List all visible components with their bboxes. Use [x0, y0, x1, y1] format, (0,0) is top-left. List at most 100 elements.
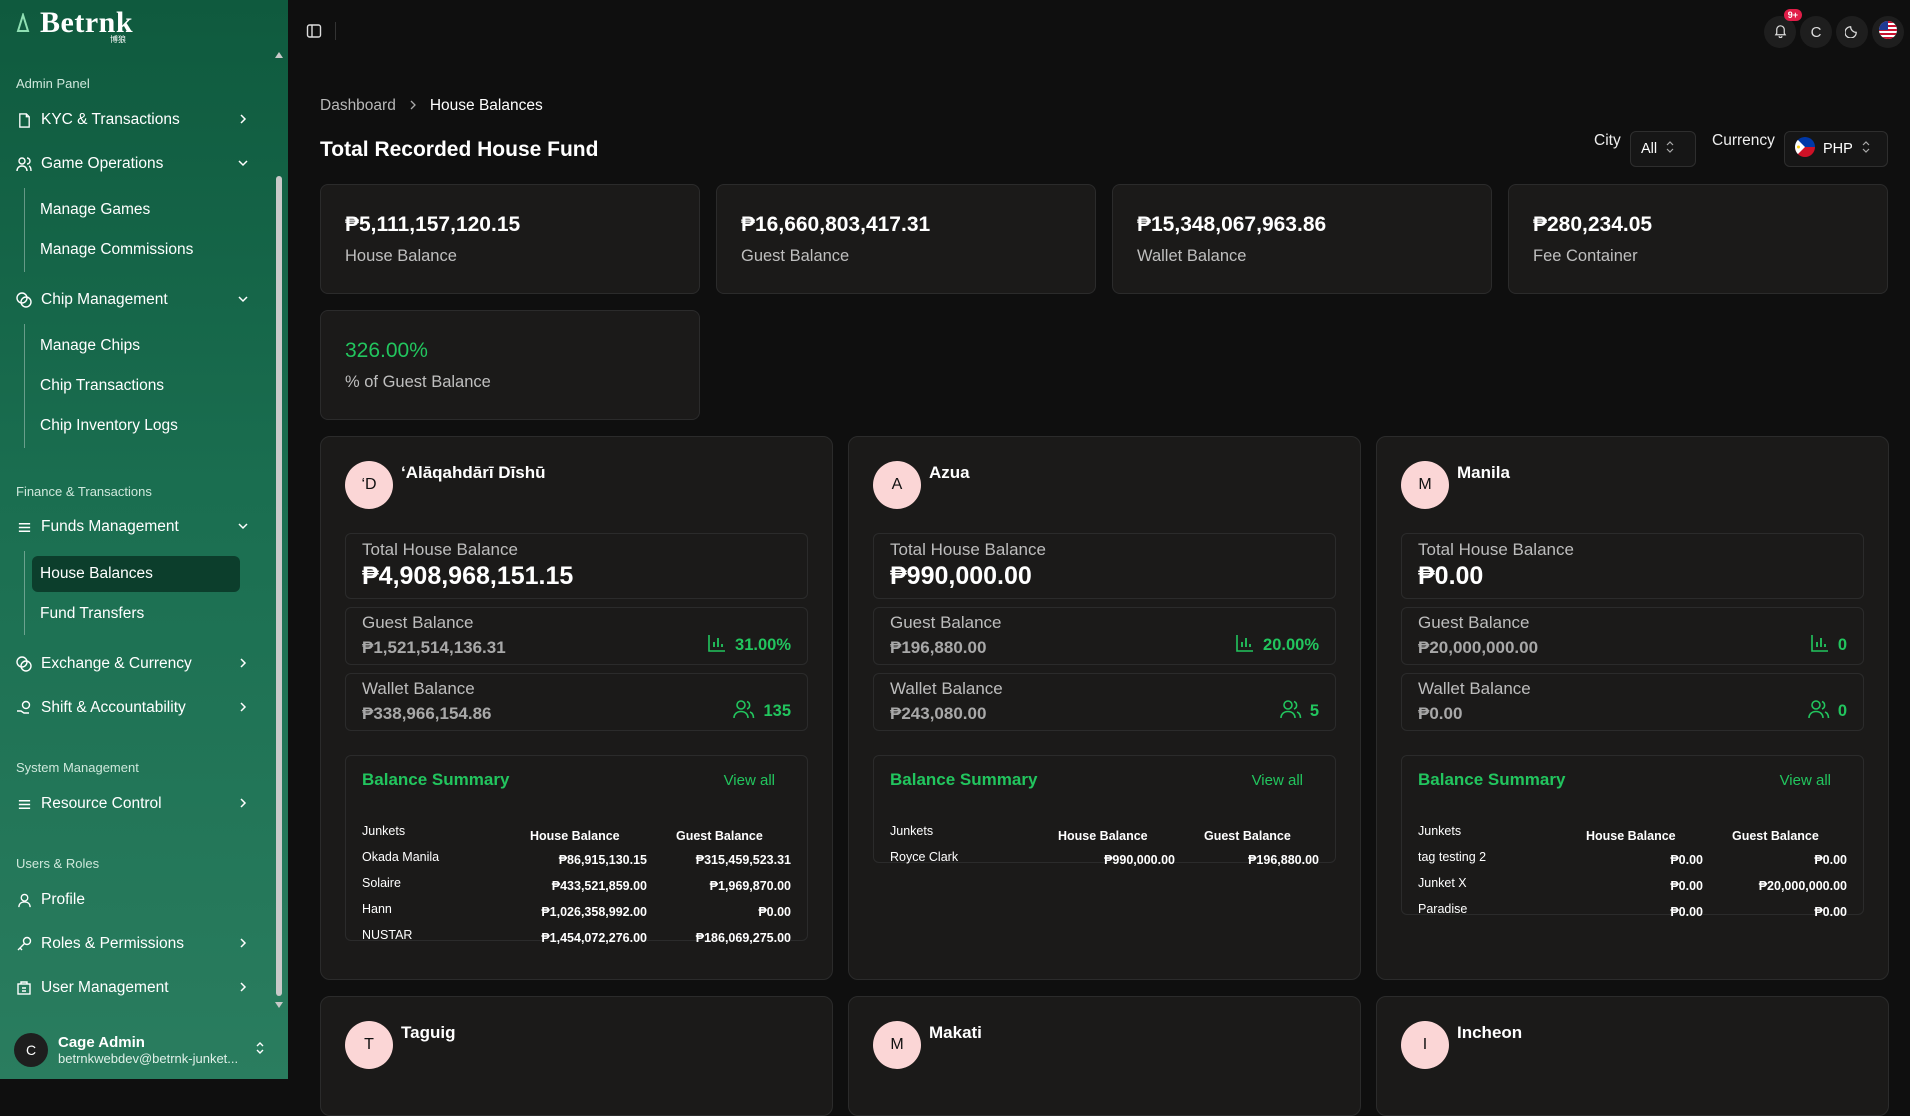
nav-game-operations[interactable]: Game Operations	[16, 150, 256, 178]
city-card: T Taguig	[320, 996, 833, 1116]
moon-icon	[1843, 23, 1860, 42]
stat-value: ₱5,111,157,120.15	[345, 213, 521, 236]
user-count-value: 5	[1309, 702, 1319, 720]
city-avatar: M	[1401, 461, 1449, 509]
junket-house-balance: ₱990,000.00	[1104, 853, 1175, 867]
section-system: System Management	[16, 760, 139, 775]
city-select[interactable]: All	[1630, 131, 1696, 167]
col-house-balance: House Balance	[530, 829, 620, 843]
guest-balance-box: Guest Balance ₱196,880.00 20.00%	[873, 607, 1336, 665]
submenu-line	[24, 551, 25, 635]
nav-label: Profile	[41, 891, 85, 908]
junket-guest-balance: ₱196,880.00	[1248, 853, 1319, 867]
col-junkets: Junkets	[362, 824, 406, 838]
stat-house-balance: ₱5,111,157,120.15 House Balance	[320, 184, 700, 294]
junket-guest-balance: ₱1,969,870.00	[709, 879, 791, 893]
key-icon	[16, 936, 32, 952]
col-house-balance: House Balance	[1058, 829, 1148, 843]
currency-select[interactable]: PHP	[1784, 131, 1888, 167]
col-guest-balance: Guest Balance	[1204, 829, 1291, 843]
guest-percentage-value: 0	[1837, 636, 1847, 654]
guest-label: Guest Balance	[1418, 613, 1530, 632]
chevron-right-icon	[236, 936, 250, 950]
nav-exchange-currency[interactable]: Exchange & Currency	[16, 650, 256, 678]
language-button[interactable]	[1872, 16, 1904, 48]
total-house-label: Total House Balance	[1418, 540, 1574, 559]
nav-funds-management[interactable]: Funds Management	[16, 513, 256, 541]
city-name: Manila	[1457, 463, 1510, 482]
breadcrumb-dashboard[interactable]: Dashboard	[320, 97, 396, 115]
brand-logo[interactable]: Betrnk 博狼	[14, 6, 133, 44]
account-avatar-button[interactable]: C	[1800, 16, 1832, 48]
view-all-link[interactable]: View all	[1252, 772, 1303, 789]
currency-select-value: PHP	[1823, 141, 1853, 157]
scrollbar-thumb[interactable]	[276, 176, 282, 996]
nav-label: Game Operations	[41, 155, 164, 172]
total-house-value: ₱0.00	[1418, 562, 1484, 590]
col-guest-balance: Guest Balance	[1732, 829, 1819, 843]
scroll-down-icon[interactable]	[275, 1002, 283, 1008]
theme-toggle-button[interactable]	[1836, 16, 1868, 48]
wallet-value: ₱338,966,154.86	[362, 704, 492, 723]
stat-label: % of Guest Balance	[345, 373, 491, 391]
col-guest-balance: Guest Balance	[676, 829, 763, 843]
users-icon	[733, 699, 755, 724]
wallet-balance-box: Wallet Balance ₱0.00 0	[1401, 673, 1864, 731]
col-junkets: Junkets	[890, 824, 934, 838]
users-icon	[1808, 699, 1830, 724]
nav-resource-control[interactable]: Resource Control	[16, 790, 256, 818]
junket-name: Solaire	[362, 876, 401, 890]
sidebar-scrollbar[interactable]	[274, 48, 284, 1016]
stat-fee-container: ₱280,234.05 Fee Container	[1508, 184, 1888, 294]
nav-chip-inventory-logs[interactable]: Chip Inventory Logs	[40, 417, 178, 435]
junket-guest-balance: ₱20,000,000.00	[1758, 879, 1847, 893]
scroll-up-icon[interactable]	[275, 52, 283, 58]
stat-value: ₱15,348,067,963.86	[1137, 213, 1327, 236]
nav-kyc-transactions[interactable]: KYC & Transactions	[16, 106, 256, 134]
junket-house-balance: ₱0.00	[1670, 905, 1703, 919]
nav-label: KYC & Transactions	[41, 111, 180, 128]
user-count: 135	[733, 699, 791, 724]
section-admin: Admin Panel	[16, 76, 90, 91]
junket-name: Junket X	[1418, 876, 1467, 890]
nav-profile[interactable]: Profile	[16, 886, 256, 914]
nav-chip-management[interactable]: Chip Management	[16, 286, 256, 314]
bar-chart-icon	[1235, 633, 1255, 658]
junket-guest-balance: ₱0.00	[1814, 853, 1847, 867]
balance-summary: Balance Summary View all Junkets House B…	[1401, 755, 1864, 919]
sidebar-toggle-icon[interactable]	[306, 23, 322, 44]
user-menu[interactable]: C Cage Admin betrnkwebdev@betrnk-junket.…	[14, 1030, 276, 1070]
nav-fund-transfers[interactable]: Fund Transfers	[40, 605, 144, 623]
col-house-balance: House Balance	[1586, 829, 1676, 843]
view-all-link[interactable]: View all	[1780, 772, 1831, 789]
guest-label: Guest Balance	[890, 613, 1002, 632]
user-count: 5	[1280, 699, 1319, 724]
guest-percentage: 31.00%	[707, 633, 791, 658]
stat-guest-balance: ₱16,660,803,417.31 Guest Balance	[716, 184, 1096, 294]
junket-guest-balance: ₱186,069,275.00	[695, 931, 791, 945]
stat-label: Wallet Balance	[1137, 247, 1247, 265]
nav-manage-games[interactable]: Manage Games	[40, 201, 150, 219]
city-card: M Manila Total House Balance ₱0.00 Guest…	[1376, 436, 1889, 980]
user-icon	[16, 892, 32, 908]
nav-roles-permissions[interactable]: Roles & Permissions	[16, 930, 256, 958]
stat-value: ₱280,234.05	[1533, 213, 1653, 236]
junket-guest-balance: ₱0.00	[758, 905, 791, 919]
chevron-right-icon	[236, 656, 250, 670]
guest-balance-box: Guest Balance ₱20,000,000.00 0	[1401, 607, 1864, 665]
sidebar: Betrnk 博狼 Admin Panel KYC & Transactions…	[0, 0, 288, 1079]
guest-label: Guest Balance	[362, 613, 474, 632]
junket-guest-balance: ₱315,459,523.31	[695, 853, 791, 867]
nav-manage-commissions[interactable]: Manage Commissions	[40, 241, 193, 259]
view-all-link[interactable]: View all	[724, 772, 775, 789]
breadcrumb-current: House Balances	[429, 97, 543, 114]
nav-user-management[interactable]: User Management	[16, 974, 256, 1002]
guest-balance-box: Guest Balance ₱1,521,514,136.31 31.00%	[345, 607, 808, 665]
notifications-button[interactable]: 9+	[1764, 9, 1802, 48]
nav-manage-chips[interactable]: Manage Chips	[40, 337, 140, 355]
chip-icon	[16, 292, 32, 308]
nav-shift-accountability[interactable]: Shift & Accountability	[16, 694, 256, 722]
chevron-right-icon	[236, 112, 250, 126]
nav-house-balances[interactable]: House Balances	[40, 565, 153, 583]
nav-chip-transactions[interactable]: Chip Transactions	[40, 377, 164, 395]
